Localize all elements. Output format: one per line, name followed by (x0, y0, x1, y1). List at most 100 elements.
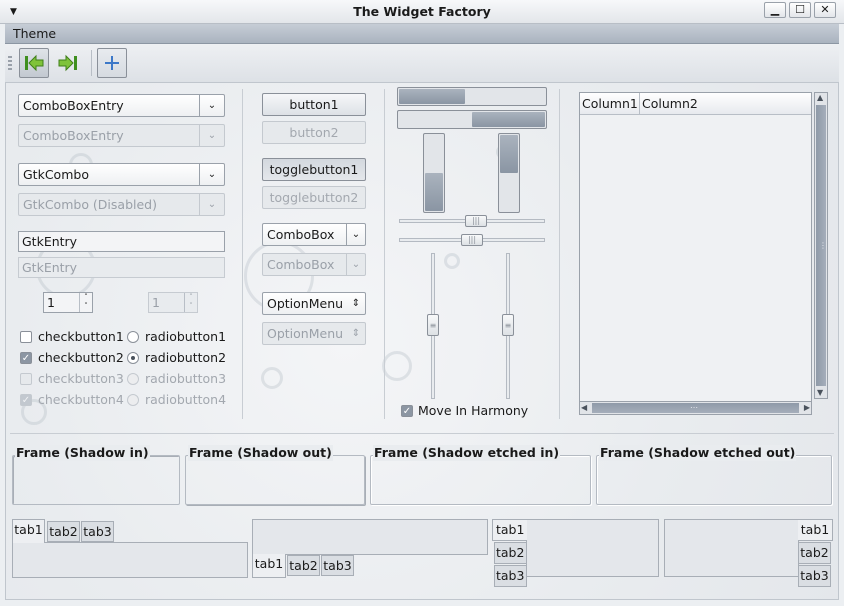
checkbutton2[interactable]: ✓ (20, 352, 32, 364)
spin-button[interactable]: 1 ˄ ˅ (43, 292, 93, 313)
background-circle (382, 351, 412, 381)
button1[interactable]: button1 (262, 93, 366, 116)
window-menu-icon[interactable]: ▼ (10, 7, 20, 17)
menu-theme[interactable]: Theme (13, 25, 56, 43)
togglebutton2: togglebutton2 (262, 186, 366, 209)
checkbutton2-label: checkbutton2 (38, 350, 124, 365)
vscale-2-slider[interactable]: ≡ (502, 314, 514, 336)
check-mark-icon: ✓ (21, 353, 31, 364)
spin-down-icon[interactable]: ˅ (84, 302, 88, 310)
add-button[interactable] (97, 48, 127, 78)
comboboxentry-value: ComboBoxEntry (23, 98, 124, 113)
gtkentry-disabled-field: GtkEntry (18, 257, 225, 278)
toolbar (5, 44, 839, 82)
gtkentry-field[interactable]: GtkEntry (18, 231, 225, 252)
close-button[interactable]: ✕ (814, 2, 836, 18)
spin-value: 1 (47, 295, 55, 310)
vertical-scrollbar[interactable]: ▲ ⋮ ▼ (814, 92, 828, 399)
scroll-down-icon[interactable]: ▼ (817, 388, 823, 398)
frame-shadow-etched-out (596, 455, 832, 505)
radiobutton1[interactable] (127, 331, 139, 343)
go-last-button[interactable] (53, 48, 83, 78)
optionmenu-disabled: OptionMenu ⇕ (262, 322, 366, 345)
checkbutton3 (20, 373, 32, 385)
notebook-right-tab1[interactable]: tab1 (798, 519, 833, 541)
notebook-bottom-tab2[interactable]: tab2 (287, 555, 320, 576)
maximize-button[interactable]: ☐ (789, 2, 811, 18)
spin-up-icon[interactable]: ˄ (84, 293, 88, 301)
scrollbar-grip: ⋮ (819, 241, 827, 250)
scroll-left-icon[interactable]: ◀ (581, 403, 587, 413)
up-down-arrows-icon: ⇕ (351, 328, 361, 339)
notebook-bottom-tab1[interactable]: tab1 (252, 554, 286, 578)
hscale-2-slider[interactable]: ||| (461, 234, 483, 246)
gtkcombo-disabled: GtkCombo (Disabled) ⌄ (18, 193, 225, 216)
notebook-top-tab2[interactable]: tab2 (47, 521, 80, 542)
scroll-up-icon[interactable]: ▲ (817, 93, 823, 103)
spin-up-icon: ˄ (189, 293, 193, 301)
togglebutton1[interactable]: togglebutton1 (262, 158, 366, 181)
tree-view[interactable]: Column1 Column2 (579, 92, 812, 410)
chevron-down-icon[interactable]: ⌄ (199, 164, 224, 185)
progress-fill (425, 173, 443, 211)
chevron-down-icon[interactable]: ⌄ (199, 95, 224, 116)
background-circle (444, 253, 460, 269)
comboboxentry[interactable]: ComboBoxEntry ⌄ (18, 94, 225, 117)
notebook-right-page (664, 519, 799, 577)
scroll-right-icon[interactable]: ▶ (804, 403, 810, 413)
progress-bar-vertical-1 (423, 133, 445, 213)
notebook-right-tab3[interactable]: tab3 (798, 565, 831, 587)
menubar: Theme (5, 24, 839, 44)
hscale-1-slider[interactable]: ||| (465, 215, 487, 227)
notebook-left-tab2[interactable]: tab2 (494, 542, 527, 564)
checkbutton1-label: checkbutton1 (38, 329, 124, 344)
gtkcombo-value: GtkCombo (23, 167, 89, 182)
up-down-arrows-icon[interactable]: ⇕ (347, 293, 365, 314)
chevron-down-icon[interactable]: ⌄ (346, 224, 365, 245)
combobox[interactable]: ComboBox ⌄ (262, 223, 366, 246)
frame-shadow-etched-in (370, 455, 591, 505)
spin-disabled-value: 1 (152, 295, 160, 310)
optionmenu[interactable]: OptionMenu ⇕ (262, 292, 366, 315)
toolbar-grip[interactable] (8, 56, 12, 70)
add-icon (105, 56, 119, 70)
progress-fill (472, 112, 545, 127)
move-in-harmony-label: Move In Harmony (418, 403, 529, 418)
move-in-harmony-check[interactable]: ✓ (401, 405, 413, 417)
scrollbar-grip: ⋯ (690, 403, 698, 412)
spin-arrows[interactable]: ˄ ˅ (79, 293, 92, 312)
combobox-disabled: ComboBox ⌄ (262, 253, 366, 276)
go-first-button[interactable] (19, 48, 49, 78)
column-separator (559, 89, 560, 419)
combobox-value: ComboBox (267, 227, 335, 242)
frame-shadow-in (12, 455, 180, 505)
progress-bar-vertical-2 (498, 133, 520, 213)
radiobutton2[interactable] (127, 352, 139, 364)
checkbutton1[interactable] (20, 331, 32, 343)
minimize-button[interactable]: ▁ (764, 2, 786, 18)
gtkcombo[interactable]: GtkCombo ⌄ (18, 163, 225, 186)
chevron-down-icon: ⌄ (199, 194, 224, 215)
notebook-top-tab3[interactable]: tab3 (81, 521, 114, 542)
vscale-1-slider[interactable]: ≡ (427, 314, 439, 336)
notebook-bottom-page (252, 519, 488, 555)
button2: button2 (262, 121, 366, 144)
notebook-left-tab1[interactable]: tab1 (492, 519, 527, 541)
gtkcombo-disabled-value: GtkCombo (Disabled) (23, 197, 157, 212)
radiobutton2-label: radiobutton2 (145, 350, 227, 365)
column-separator (242, 89, 243, 419)
optionmenu-disabled-value: OptionMenu (267, 326, 344, 341)
notebook-top-tab1[interactable]: tab1 (12, 519, 45, 543)
frame-shadow-in-title: Frame (Shadow in) (15, 445, 150, 461)
main-content: ComboBoxEntry ⌄ ComboBoxEntry ⌄ GtkCombo… (5, 82, 839, 600)
column-header-1[interactable]: Column1 (580, 93, 640, 115)
notebook-left-tab3[interactable]: tab3 (494, 565, 527, 587)
notebook-bottom-tab3[interactable]: tab3 (321, 555, 354, 576)
notebook-right-tab2[interactable]: tab2 (798, 542, 831, 564)
radiobutton4-label: radiobutton4 (145, 392, 227, 407)
progress-fill (500, 135, 518, 173)
horizontal-scrollbar[interactable]: ◀ ⋯ ▶ (579, 401, 812, 415)
window-title: The Widget Factory (353, 4, 491, 19)
column-header-2[interactable]: Column2 (640, 93, 811, 115)
go-first-icon (25, 54, 44, 72)
